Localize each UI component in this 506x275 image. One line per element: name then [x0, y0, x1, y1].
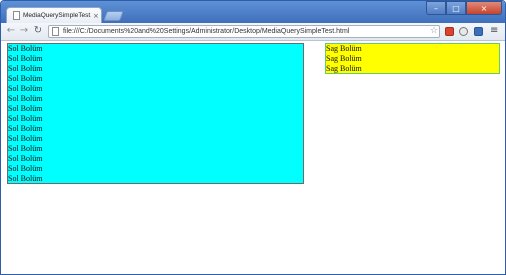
address-bar[interactable]: file:///C:/Documents%20and%20Settings/Ad… — [48, 25, 440, 38]
back-icon[interactable]: ← — [5, 25, 17, 37]
left-section-line: Sol Bolüm — [8, 114, 43, 123]
reload-icon[interactable]: ↻ — [32, 25, 44, 37]
extension-circle-icon[interactable] — [459, 27, 468, 36]
left-section-line: Sol Bolüm — [8, 154, 43, 163]
close-window-button[interactable]: × — [466, 1, 502, 15]
right-section-line: Sag Bolüm — [326, 54, 362, 63]
window-controls: – □ × — [426, 1, 502, 17]
left-section-line: Sol Bolüm — [8, 164, 43, 173]
tab-title: MediaQuerySimpleTest.html — [23, 12, 91, 19]
minimize-button[interactable]: – — [426, 1, 446, 15]
left-section: Sol Bolüm Sol Bolüm Sol Bolüm Sol Bolüm Sol … — [7, 43, 304, 184]
right-section-line: Sag Bolüm — [326, 64, 362, 73]
left-section-line: Sol Bolüm — [8, 74, 43, 83]
left-section-line: Sol Bolüm — [8, 44, 43, 53]
title-bar: MediaQuerySimpleTest.html × – □ × — [1, 1, 505, 23]
url-text[interactable]: file:///C:/Documents%20and%20Settings/Ad… — [63, 26, 349, 37]
right-section: Sag Bolüm Sag Bolüm Sag Bolüm — [325, 43, 500, 74]
maximize-button[interactable]: □ — [446, 1, 466, 15]
page-viewport: Sol Bolüm Sol Bolüm Sol Bolüm Sol Bolüm Sol … — [1, 41, 505, 274]
page-icon — [13, 11, 20, 20]
tab-close-icon[interactable]: × — [93, 10, 99, 22]
left-section-line: Sol Bolüm — [8, 124, 43, 133]
extension-red-icon[interactable] — [445, 27, 454, 36]
browser-window: MediaQuerySimpleTest.html × – □ × ← → ↻ … — [0, 0, 506, 275]
extension-blue-icon[interactable] — [474, 27, 483, 36]
menu-icon[interactable]: ≡ — [490, 25, 498, 37]
forward-icon[interactable]: → — [18, 25, 30, 37]
left-section-line: Sol Bolüm — [8, 94, 43, 103]
new-tab-button[interactable] — [103, 11, 124, 21]
left-section-line: Sol Bolüm — [8, 174, 43, 183]
left-section-line: Sol Bolüm — [8, 54, 43, 63]
left-section-line: Sol Bolüm — [8, 64, 43, 73]
star-icon[interactable]: ☆ — [430, 25, 438, 37]
tab-active[interactable]: MediaQuerySimpleTest.html × — [6, 7, 102, 23]
right-section-line: Sag Bolüm — [326, 44, 362, 53]
left-section-line: Sol Bolüm — [8, 84, 43, 93]
left-section-line: Sol Bolüm — [8, 104, 43, 113]
left-section-line: Sol Bolüm — [8, 144, 43, 153]
page-icon — [52, 27, 59, 36]
left-section-line: Sol Bolüm — [8, 134, 43, 143]
browser-toolbar: ← → ↻ file:///C:/Documents%20and%20Setti… — [1, 23, 505, 41]
